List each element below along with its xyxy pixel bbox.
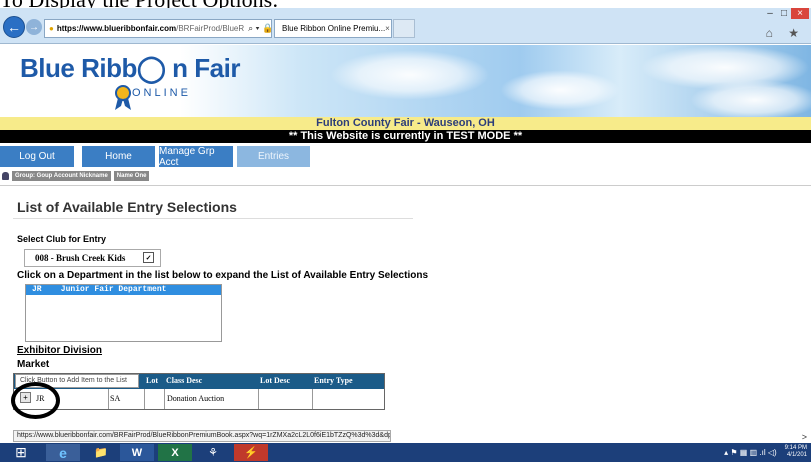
- cell-divider: [312, 389, 313, 409]
- banner-cloud: [330, 50, 490, 100]
- department-item-jr[interactable]: JR Junior Fair Department: [26, 285, 221, 295]
- clock[interactable]: 9:14 PM 4/1/201: [785, 445, 807, 459]
- table-row: JR SA Donation Auction: [14, 389, 384, 409]
- group-info: Group: Goup Account Nickname Name One: [2, 171, 150, 181]
- page-title: List of Available Entry Selections: [17, 199, 237, 215]
- site-logo[interactable]: Blue Ribb◯ n Fair: [20, 53, 240, 84]
- col-lot-desc: Lot Desc: [260, 376, 290, 385]
- exhibitor-division-link[interactable]: Exhibitor Division: [17, 345, 102, 356]
- site-banner: Blue Ribb◯ n Fair ONLINE: [0, 45, 811, 117]
- ribbon-icon: [115, 85, 131, 110]
- divider: [0, 185, 811, 186]
- row-code: SA: [110, 394, 121, 403]
- section-heading: Market: [17, 359, 50, 370]
- tab-title: Blue Ribbon Online Premiu...: [282, 24, 386, 33]
- system-tray: ▴ ⚑ ▦ ▥ .ıl ◁) 9:14 PM 4/1/201: [724, 445, 807, 459]
- close-icon[interactable]: ×: [791, 8, 809, 19]
- app-icon[interactable]: ⚡: [234, 444, 268, 461]
- col-lot: Lot: [146, 376, 158, 385]
- forward-arrow-icon[interactable]: →: [26, 19, 42, 35]
- name-chip: Name One: [113, 171, 150, 181]
- logo-subtitle: ONLINE: [132, 87, 191, 99]
- maximize-icon[interactable]: □: [777, 8, 791, 19]
- address-host: https://www.blueribbonfair.com: [56, 24, 177, 33]
- department-listbox[interactable]: JR Junior Fair Department: [25, 284, 222, 342]
- highlight-circle: [11, 382, 60, 419]
- banner-cloud: [690, 80, 811, 117]
- scroll-right-icon[interactable]: >: [802, 432, 807, 442]
- club-select-value: 008 - Brush Creek Kids: [35, 253, 126, 263]
- cell-divider: [108, 389, 109, 409]
- row-class-desc: Donation Auction: [167, 394, 225, 403]
- address-bar[interactable]: ● https://www.blueribbonfair.com /BRFair…: [44, 19, 272, 38]
- logout-button[interactable]: Log Out: [0, 146, 74, 167]
- fair-name: Fulton County Fair - Wauseon, OH: [0, 117, 811, 130]
- col-class-desc: Class Desc: [166, 376, 203, 385]
- start-icon[interactable]: ⊞: [4, 444, 38, 461]
- test-mode-banner: ** This Website is currently in TEST MOD…: [0, 130, 811, 143]
- word-icon[interactable]: W: [120, 444, 154, 461]
- club-select[interactable]: 008 - Brush Creek Kids ✓: [24, 249, 161, 267]
- user-icon: [2, 172, 9, 180]
- site-icon: ●: [49, 24, 54, 33]
- taskbar: ⊞ e 📁 W X ⚘ ⚡ ▴ ⚑ ▦ ▥ .ıl ◁) 9:14 PM 4/1…: [0, 443, 811, 462]
- club-label: Select Club for Entry: [17, 234, 107, 244]
- tray-icons[interactable]: ▴ ⚑ ▦ ▥ .ıl ◁): [724, 448, 776, 457]
- cell-divider: [144, 389, 145, 409]
- browser-toolbar: ← → ● https://www.blueribbonfair.com /BR…: [0, 8, 811, 44]
- status-bar-url: https://www.blueribbonfair.com/BRFairPro…: [13, 430, 391, 442]
- folder-icon[interactable]: 📁: [84, 444, 118, 461]
- main-menu: Log Out Home Manage Grp Acct Entries: [0, 146, 811, 168]
- manage-grp-acct-button[interactable]: Manage Grp Acct: [159, 146, 233, 168]
- title-underline: [13, 218, 413, 219]
- snipping-icon[interactable]: ⚘: [196, 444, 230, 461]
- clock-time: 9:14 PM: [784, 445, 807, 451]
- home-favorites-icons[interactable]: ⌂ ★: [766, 26, 805, 40]
- clock-date: 4/1/201: [786, 452, 807, 458]
- chevron-down-icon[interactable]: ✓: [143, 252, 154, 263]
- tab-close-icon[interactable]: ×: [385, 24, 390, 33]
- group-account-chip: Group: Goup Account Nickname: [12, 171, 111, 181]
- ie-icon[interactable]: e: [46, 444, 80, 461]
- col-entry-type: Entry Type: [314, 376, 353, 385]
- browser-tab[interactable]: Blue Ribbon Online Premiu... ×: [274, 19, 392, 38]
- minimize-icon[interactable]: –: [763, 8, 777, 19]
- new-tab-button[interactable]: [393, 19, 415, 38]
- banner-cloud: [500, 70, 620, 110]
- window-controls: – □ ×: [763, 8, 809, 19]
- home-button[interactable]: Home: [82, 146, 155, 167]
- entries-button[interactable]: Entries: [237, 146, 310, 167]
- address-controls[interactable]: ⌕ ▾ 🔒 C: [248, 23, 271, 34]
- address-path: /BRFairProd/BlueR: [176, 24, 245, 33]
- department-instruction: Click on a Department in the list below …: [17, 270, 429, 281]
- excel-icon[interactable]: X: [158, 444, 192, 461]
- cell-divider: [258, 389, 259, 409]
- cell-divider: [164, 389, 165, 409]
- back-arrow-icon[interactable]: ←: [3, 16, 25, 38]
